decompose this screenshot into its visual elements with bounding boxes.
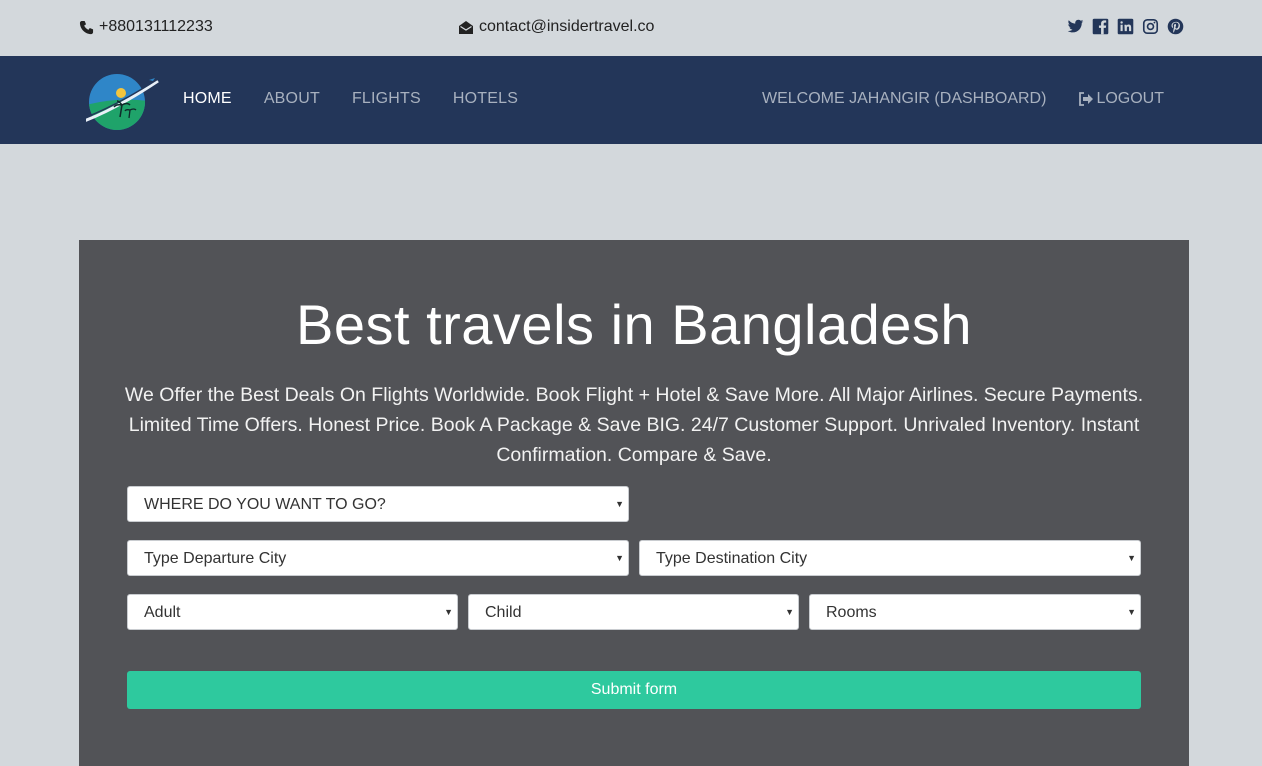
facebook-icon[interactable] (1092, 18, 1109, 35)
insider-travel-logo[interactable] (86, 71, 160, 131)
phone-number: +880131112233 (99, 18, 213, 35)
nav-item-hotels[interactable]: HOTELS (453, 90, 518, 108)
logout-label: LOGOUT (1096, 90, 1164, 107)
phone-contact[interactable]: +880131112233 (79, 18, 213, 36)
hero-description: We Offer the Best Deals On Flights World… (124, 384, 1144, 466)
child-select-value: Child (485, 604, 522, 621)
destination-city-select[interactable]: Type Destination City ▼ (639, 540, 1141, 576)
child-select[interactable]: Child ▼ (468, 594, 799, 630)
adult-select[interactable]: Adult ▼ (127, 594, 458, 630)
email-contact[interactable]: contact@insidertravel.co (458, 18, 654, 36)
instagram-icon[interactable] (1142, 18, 1159, 35)
pinterest-icon[interactable] (1167, 18, 1184, 35)
linkedin-icon[interactable] (1117, 18, 1134, 35)
destination-select[interactable]: WHERE DO YOU WANT TO GO? ▼ (127, 486, 629, 522)
dashboard-link[interactable]: WELCOME JAHANGIR (DASHBOARD) (762, 90, 1046, 108)
departure-city-value: Type Departure City (144, 550, 287, 567)
chevron-down-icon: ▼ (785, 607, 794, 617)
sign-out-icon (1079, 92, 1094, 106)
nav-item-flights[interactable]: FLIGHTS (352, 90, 421, 108)
destination-city-value: Type Destination City (656, 550, 808, 567)
envelope-open-icon (459, 20, 473, 34)
submit-button[interactable]: Submit form (127, 671, 1141, 709)
departure-city-select[interactable]: Type Departure City ▼ (127, 540, 629, 576)
chevron-down-icon: ▼ (1127, 553, 1136, 563)
email-address: contact@insidertravel.co (479, 18, 655, 35)
hero-title: Best travels in Bangladesh (295, 293, 973, 356)
rooms-select-value: Rooms (826, 604, 877, 621)
chevron-down-icon: ▼ (1127, 607, 1136, 617)
destination-select-value: WHERE DO YOU WANT TO GO? (144, 496, 386, 513)
chevron-down-icon: ▼ (444, 607, 453, 617)
rooms-select[interactable]: Rooms ▼ (809, 594, 1141, 630)
main-navbar: HOME ABOUT FLIGHTS HOTELS WELCOME JAHANG… (0, 56, 1262, 144)
chevron-down-icon: ▼ (615, 553, 624, 563)
twitter-icon[interactable] (1067, 18, 1084, 35)
nav-item-about[interactable]: ABOUT (264, 90, 320, 108)
top-contact-bar: +880131112233 contact@insidertravel.co (0, 0, 1262, 56)
nav-item-home[interactable]: HOME (183, 90, 232, 108)
phone-icon (79, 20, 94, 34)
adult-select-value: Adult (144, 604, 181, 621)
chevron-down-icon: ▼ (615, 499, 624, 509)
logout-link[interactable]: LOGOUT (1078, 90, 1164, 108)
social-links (1067, 18, 1184, 35)
hero-search-section: Best travels in Bangladesh We Offer the … (79, 240, 1189, 766)
account-nav: WELCOME JAHANGIR (DASHBOARD) LOGOUT (762, 90, 1164, 108)
primary-nav: HOME ABOUT FLIGHTS HOTELS (183, 90, 518, 108)
